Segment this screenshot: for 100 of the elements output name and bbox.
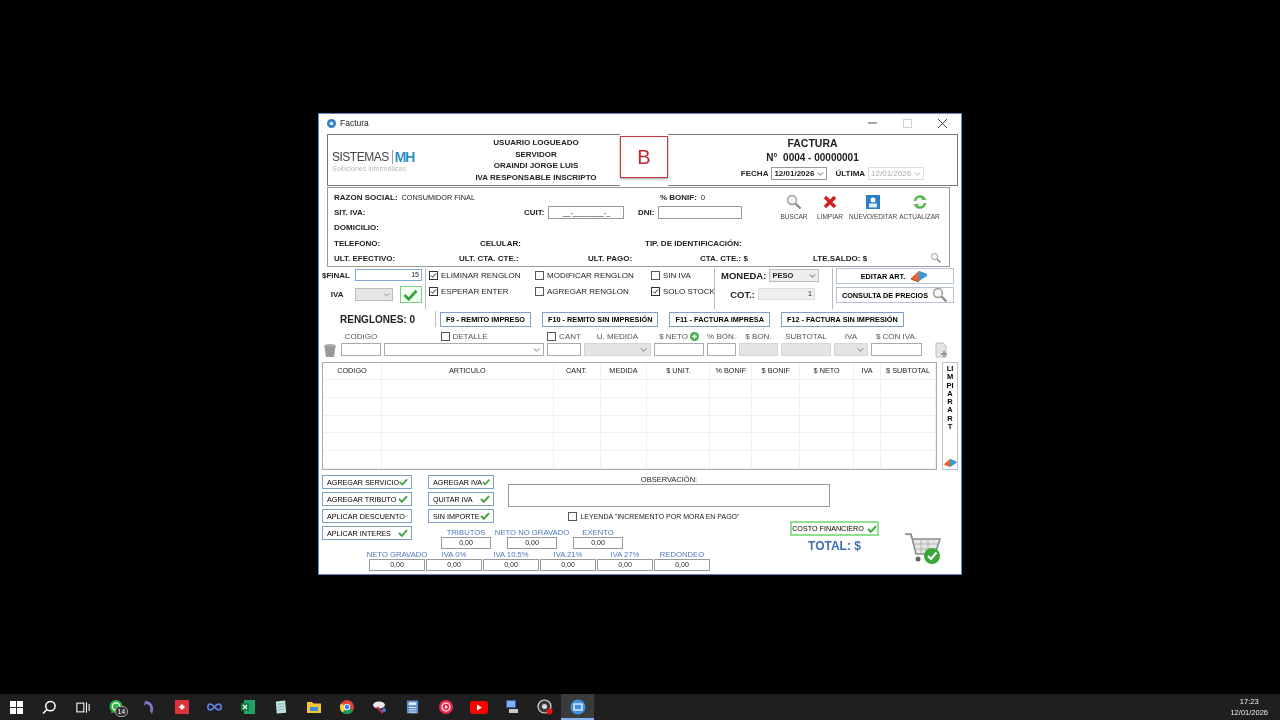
date-picker[interactable]: 12/01/2026 — [771, 167, 828, 180]
search-icon — [932, 287, 949, 303]
field-label: ULT. EFECTIVO: — [334, 253, 396, 263]
column-label: U. MEDIDA — [596, 331, 639, 341]
notepad-icon — [273, 699, 288, 715]
field-label: COT.: — [729, 288, 755, 300]
field-label: TELEFONO: — [334, 238, 381, 248]
input-field[interactable] — [654, 343, 704, 356]
id-card-icon — [865, 194, 882, 210]
trash-icon[interactable] — [322, 341, 338, 358]
checkbox[interactable]: ELIMINAR RENGLON — [429, 271, 535, 280]
search-icon — [930, 252, 942, 264]
add-document-icon[interactable] — [933, 341, 949, 358]
field-label: CTA. CTE.: $ — [700, 253, 748, 263]
eraser-icon — [909, 269, 930, 283]
input-field[interactable] — [707, 343, 736, 356]
field-label: ULT. CTA. CTE.: — [459, 253, 519, 263]
search-icon — [42, 699, 57, 715]
date-label: ÚLTIMA — [835, 169, 866, 178]
logo-text: SISTEMAS — [332, 149, 393, 164]
row-count: RENGLONES: 0 — [340, 313, 415, 325]
start-icon — [10, 700, 23, 714]
refresh-icon — [911, 194, 928, 210]
app-icon — [327, 118, 336, 128]
infinity-icon — [206, 702, 223, 712]
caret-icon — [809, 273, 817, 278]
notes-field[interactable] — [508, 484, 830, 507]
close-icon — [822, 194, 838, 210]
caret-icon — [857, 347, 864, 352]
column-label: $ CON IVA. — [875, 331, 918, 341]
checkbox[interactable]: MODIFICAR RENGLON — [535, 271, 651, 280]
total-amount: TOTAL: $ — [808, 539, 861, 553]
spreadsheet-icon — [239, 699, 256, 715]
checkbox[interactable]: DETALLE — [440, 331, 488, 341]
user-info: IVA RESPONSABLE INSCRIPTO — [475, 171, 597, 183]
user-info: ORAINDI JORGE LUIS — [493, 160, 579, 172]
field-label: MONEDA: — [721, 270, 767, 281]
checkbox[interactable]: AGREGAR RENGLON — [535, 287, 651, 296]
browser-icon — [338, 699, 355, 715]
column-label: CODIGO — [344, 331, 378, 341]
dropdown[interactable] — [384, 343, 544, 356]
invoice-letter: B — [620, 136, 668, 178]
caret-icon — [382, 292, 390, 297]
play-icon — [469, 700, 488, 714]
column-label: $ NETO — [659, 331, 688, 341]
field-label: ULT. PAGO: — [588, 253, 633, 263]
field-label: % BONIF: — [660, 193, 697, 203]
caret-icon — [817, 171, 825, 176]
field-label: LTE.SALDO: $ — [813, 253, 868, 263]
column-label: SUBTOTAL — [785, 331, 827, 341]
minimize-icon — [868, 122, 877, 124]
checkbox[interactable]: CANT — [547, 331, 581, 341]
field-label: CUIT: — [524, 208, 545, 218]
caret-icon — [533, 347, 540, 352]
field-label: SIT. IVA: — [334, 208, 366, 218]
logo-mark: MH — [394, 148, 415, 165]
field-label: CELULAR: — [480, 238, 521, 248]
field-label: TIP. DE IDENTIFICACIÓN: — [645, 238, 742, 248]
caret-icon — [640, 347, 647, 352]
check-icon — [430, 288, 437, 295]
confirm-button[interactable] — [399, 286, 422, 303]
document-title: FACTURA — [787, 137, 838, 150]
field-label: DOMICILIO: — [334, 223, 379, 233]
column-label: IVA — [844, 331, 858, 341]
input-field[interactable] — [871, 343, 922, 356]
checkbox[interactable]: SIN IVA — [651, 271, 711, 280]
folder-icon — [305, 700, 322, 714]
add-icon — [689, 331, 699, 341]
user-info: USUARIO LOGUEADO — [493, 137, 579, 149]
input-field[interactable] — [547, 343, 581, 356]
music-icon — [437, 699, 454, 715]
checkbox[interactable]: ESPERAR ENTER — [429, 287, 535, 296]
field-label: RAZON SOCIAL: — [334, 193, 398, 203]
task-view-icon — [75, 700, 90, 714]
input-field[interactable] — [658, 206, 743, 220]
caret-icon — [914, 171, 922, 176]
column-label: $ BON. — [745, 331, 772, 341]
column-label: % BON. — [707, 331, 736, 341]
check-icon — [403, 288, 419, 301]
eraser-icon — [942, 457, 958, 469]
taskbar-app[interactable] — [561, 694, 594, 720]
app-icon — [173, 699, 190, 715]
document-number: N° 0004 - 00000001 — [766, 151, 859, 165]
check-icon — [430, 272, 437, 279]
field-label: IVA — [329, 290, 345, 299]
user-info: SERVIDOR — [515, 148, 557, 160]
date-label: FECHA — [740, 169, 769, 178]
check-icon — [482, 478, 490, 486]
maximize-icon — [903, 118, 912, 128]
calculator-icon — [406, 699, 419, 715]
field-label: DNI: — [638, 208, 655, 218]
app-window-icon — [569, 699, 586, 715]
window-title: Factura — [340, 118, 369, 128]
camera-icon — [536, 699, 553, 715]
search-icon — [786, 194, 802, 210]
input-field[interactable] — [341, 343, 381, 356]
field-label: $FINAL — [322, 270, 351, 280]
check-icon — [866, 524, 877, 533]
close-icon — [938, 118, 947, 128]
computer-icon — [503, 699, 520, 715]
